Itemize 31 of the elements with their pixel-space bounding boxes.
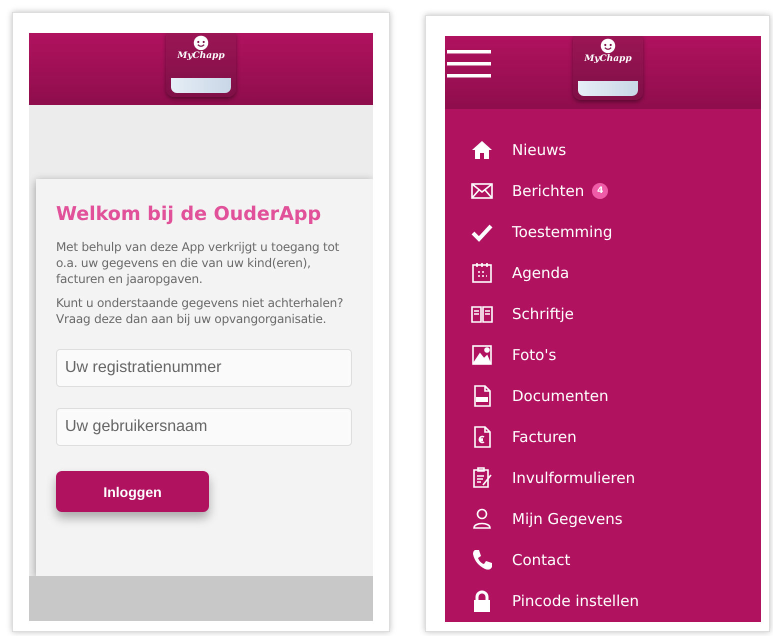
menu-item[interactable]: Foto's: [512, 346, 556, 364]
menu-item[interactable]: Berichten: [512, 182, 584, 200]
menu-item[interactable]: Nieuws: [512, 140, 566, 158]
count-badge: 4: [592, 182, 608, 198]
person-icon: [470, 506, 494, 530]
phone-icon: [470, 548, 494, 572]
logo-text: MyChapp: [584, 54, 632, 64]
menu-item[interactable]: Mijn Gegevens: [512, 510, 623, 528]
picture-icon: [470, 342, 494, 366]
menu-item[interactable]: Facturen: [512, 428, 577, 446]
calendar-icon: [470, 260, 494, 284]
menu-item[interactable]: Contact: [512, 550, 570, 568]
menu-item[interactable]: Documenten: [512, 386, 608, 404]
menu-item[interactable]: Invulformulieren: [512, 468, 636, 486]
input-field[interactable]: Uw gebruikersnaam: [56, 408, 352, 446]
welcome-title: Welkom bij de OuderApp: [56, 203, 322, 225]
form-pen-icon: [470, 466, 494, 490]
logo-text: MyChapp: [177, 51, 225, 61]
menu-item[interactable]: Schriftje: [512, 304, 574, 322]
intro-paragraph: Kunt u onderstaande gegevens niet achterhalen? Vraag deze dan aan bij uw opvangorganisatie.: [56, 295, 344, 327]
input-field[interactable]: Uw registratienummer: [56, 349, 352, 387]
book-pages: [171, 78, 231, 93]
baby-face-icon: [192, 33, 210, 51]
intro-paragraph: Met behulp van deze App verkrijgt u toegang tot o.a. uw gegevens en die van uw kind(eren), facturen en jaaropgaven.: [56, 239, 340, 287]
menu-item[interactable]: Toestemming: [512, 222, 612, 240]
book-pages: [578, 81, 638, 96]
menu-item[interactable]: Pincode instellen: [512, 592, 640, 610]
menu-item[interactable]: Agenda: [512, 264, 570, 282]
baby-face-icon: [599, 36, 617, 54]
menu-icon[interactable]: [447, 49, 491, 79]
login-button[interactable]: Inloggen: [56, 471, 209, 512]
